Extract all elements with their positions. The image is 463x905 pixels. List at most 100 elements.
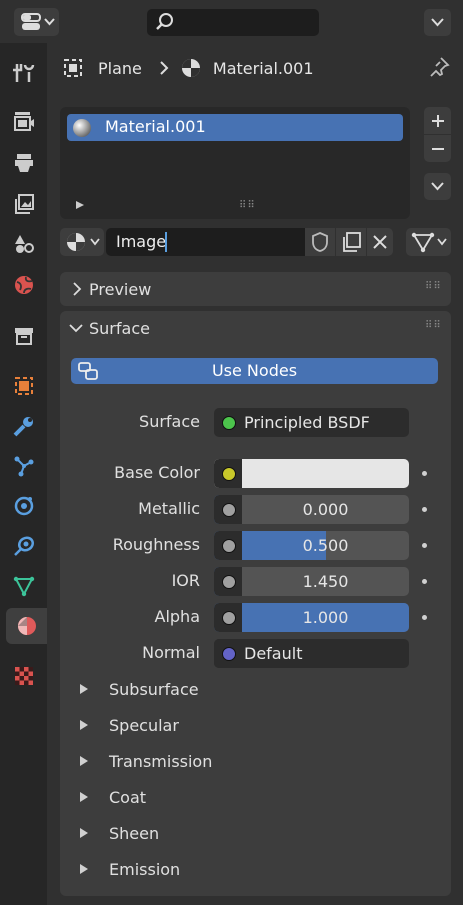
keyframe-dot-icon[interactable] [422, 507, 427, 512]
duplicate-material-button[interactable] [336, 228, 366, 256]
chevron-down-icon [437, 238, 447, 246]
preview-panel-header[interactable]: Preview ⠿⠿ [60, 272, 451, 306]
plus-icon [431, 114, 444, 127]
socket-icon[interactable] [222, 647, 236, 661]
subpanel-label: Sheen [109, 823, 160, 843]
property-value [242, 459, 409, 488]
play-triangle-icon[interactable] [75, 200, 85, 210]
socket-icon[interactable] [222, 503, 236, 517]
tab-tool[interactable] [0, 55, 47, 91]
collection-icon [14, 328, 33, 345]
search-icon [156, 13, 173, 30]
editor-type-button[interactable] [14, 8, 59, 36]
remove-slot-button[interactable] [424, 135, 451, 162]
subpanel-subsurface[interactable]: Subsurface [80, 677, 199, 701]
constraints-icon [13, 536, 34, 556]
subpanel-transmission[interactable]: Transmission [80, 749, 212, 773]
keyframe-dot-icon[interactable] [422, 471, 427, 476]
link-field[interactable]: Default [214, 639, 409, 668]
tab-constraints[interactable] [0, 528, 47, 564]
property-value: 1.450 [302, 572, 349, 591]
surface-shader-field[interactable]: Principled BSDF [214, 408, 409, 437]
chevron-right-icon [160, 61, 169, 75]
use-nodes-button[interactable]: Use Nodes [71, 358, 438, 384]
keyframe-dot-icon[interactable] [422, 543, 427, 548]
resize-grip-icon[interactable]: ⠿⠿ [239, 200, 256, 211]
subpanel-sheen[interactable]: Sheen [80, 821, 159, 845]
material-slot-name: Material.001 [105, 117, 206, 136]
world-icon [14, 276, 33, 294]
surface-shader-value: Principled BSDF [244, 413, 370, 432]
material-slot-item[interactable]: Material.001 [67, 114, 403, 141]
panel-grip-icon[interactable]: ⠿⠿ [425, 320, 442, 331]
add-slot-button[interactable] [424, 107, 451, 134]
subpanel-label: Coat [109, 787, 147, 807]
material-name-field[interactable]: Image [106, 228, 305, 256]
property-value: Default [244, 644, 303, 663]
property-slider[interactable]: 0.500 [214, 531, 409, 560]
socket-icon[interactable] [222, 467, 236, 481]
fake-user-button[interactable] [305, 228, 335, 256]
tab-particles[interactable] [0, 448, 47, 484]
surface-label: Surface [139, 412, 200, 431]
pin-icon[interactable] [427, 55, 451, 79]
particles-icon [14, 456, 33, 477]
search-input[interactable] [147, 9, 319, 36]
tab-material[interactable] [6, 608, 47, 644]
object-data-icon [64, 59, 82, 77]
chevron-right-icon [73, 282, 82, 296]
socket-box [214, 567, 242, 596]
duplicate-icon [343, 232, 361, 252]
tab-output[interactable] [0, 145, 47, 181]
tab-modifiers[interactable] [0, 408, 47, 444]
use-nodes-label: Use Nodes [211, 361, 298, 380]
tab-scene[interactable] [0, 226, 47, 262]
material-icon [67, 233, 85, 251]
render-icon [13, 112, 34, 131]
chevron-down-icon [44, 18, 55, 26]
tab-collection[interactable] [0, 318, 47, 354]
slot-specials-button[interactable] [424, 173, 451, 200]
socket-icon[interactable] [222, 539, 236, 553]
tab-texture[interactable] [0, 658, 47, 694]
property-slider[interactable]: 0.000 [214, 495, 409, 524]
socket-box [214, 459, 242, 488]
surface-panel-title: Surface [89, 319, 150, 338]
output-icon [14, 154, 33, 172]
property-label: Alpha [154, 607, 201, 626]
property-label: Metallic [138, 499, 200, 518]
tab-data[interactable] [0, 568, 47, 604]
tab-physics[interactable] [0, 488, 47, 524]
expand-triangle-icon [80, 720, 88, 730]
socket-icon[interactable] [222, 575, 236, 589]
subpanel-label: Transmission [109, 751, 213, 771]
tab-world[interactable] [0, 267, 47, 303]
subpanel-specular[interactable]: Specular [80, 713, 179, 737]
properties-editor-icon [21, 13, 41, 30]
panel-grip-icon[interactable]: ⠿⠿ [425, 281, 442, 292]
color-swatch-field[interactable] [214, 459, 409, 488]
close-icon [373, 235, 387, 249]
keyframe-dot-icon[interactable] [422, 579, 427, 584]
property-slider[interactable]: 1.450 [214, 567, 409, 596]
tool-icon [12, 64, 34, 82]
text-cursor [165, 232, 167, 252]
surface-panel-header[interactable]: Surface ⠿⠿ [60, 311, 451, 345]
property-label: IOR [171, 571, 200, 590]
keyframe-dot-icon[interactable] [422, 615, 427, 620]
node-link-button[interactable] [406, 228, 451, 256]
tab-render[interactable] [0, 103, 47, 139]
socket-box [214, 531, 242, 560]
chevron-down-icon [431, 18, 444, 27]
property-slider[interactable]: 1.000 [214, 603, 409, 632]
tab-view-layer[interactable] [0, 186, 47, 222]
subpanel-emission[interactable]: Emission [80, 857, 180, 881]
header-dropdown-button[interactable] [424, 9, 451, 36]
material-browse-button[interactable] [60, 228, 104, 256]
tab-object[interactable] [0, 368, 47, 404]
subpanel-coat[interactable]: Coat [80, 785, 146, 809]
node-tree-icon [411, 232, 435, 253]
unlink-material-button[interactable] [367, 228, 393, 256]
minus-icon [431, 147, 444, 150]
socket-icon[interactable] [222, 611, 236, 625]
